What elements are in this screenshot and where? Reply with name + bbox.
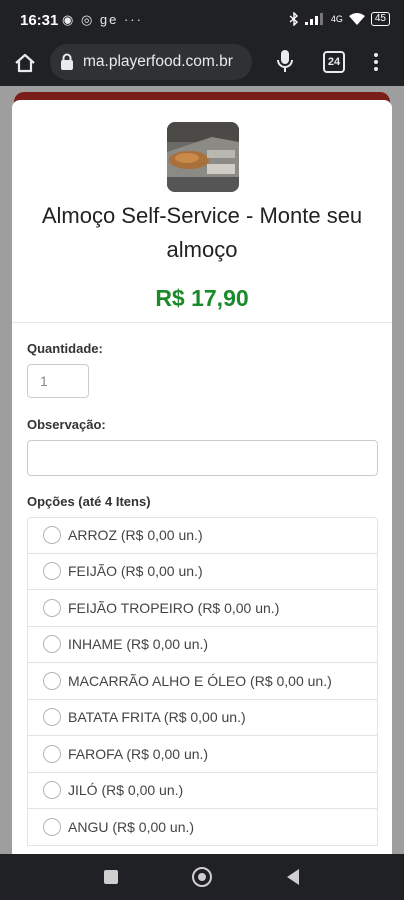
browser-toolbar: ma.playerfood.com.br 24 — [0, 40, 404, 86]
page-backdrop: Almoço Self-Service - Monte seu almoço R… — [0, 86, 404, 854]
option-label: ANGU (R$ 0,00 un.) — [68, 818, 195, 835]
product-title: Almoço Self-Service - Monte seu almoço — [41, 203, 363, 262]
tabs-icon[interactable]: 24 — [323, 51, 345, 73]
battery-icon: 45 — [370, 12, 390, 26]
network-type: 4G — [330, 14, 343, 24]
home-button-icon[interactable] — [192, 867, 212, 887]
radio-button[interactable] — [43, 526, 61, 545]
recents-icon[interactable] — [104, 870, 118, 884]
option-inhame[interactable]: INHAME (R$ 0,00 un.) — [27, 626, 378, 663]
bluetooth-icon — [289, 12, 298, 26]
quantity-label: Quantidade: — [27, 341, 103, 356]
option-farofa[interactable]: FAROFA (R$ 0,00 un.) — [27, 736, 378, 773]
lock-icon[interactable] — [60, 53, 74, 70]
option-batata-frita[interactable]: BATATA FRITA (R$ 0,00 un.) — [27, 699, 378, 736]
option-label: MACARRÃO ALHO E ÓLEO (R$ 0,00 un.) — [68, 672, 332, 689]
option-feijao-tropeiro[interactable]: FEIJÃO TROPEIRO (R$ 0,00 un.) — [27, 590, 378, 627]
option-jilo[interactable]: JILÓ (R$ 0,00 un.) — [27, 772, 378, 809]
status-time: 16:31 — [20, 12, 59, 29]
radio-button[interactable] — [43, 635, 61, 654]
menu-icon[interactable] — [366, 50, 386, 76]
notification-icons: ◉ ◎ ge ··· — [62, 12, 143, 27]
option-label: INHAME (R$ 0,00 un.) — [68, 636, 209, 653]
option-label: BATATA FRITA (R$ 0,00 un.) — [68, 709, 246, 726]
radio-button[interactable] — [43, 817, 61, 836]
quantity-input[interactable]: 1 — [27, 364, 89, 398]
radio-button[interactable] — [43, 708, 61, 727]
radio-button[interactable] — [43, 598, 61, 617]
url-text[interactable]: ma.playerfood.com.br — [83, 53, 233, 71]
option-arroz[interactable]: ARROZ (R$ 0,00 un.) — [27, 517, 378, 554]
signal-icon — [304, 13, 323, 25]
option-label: JILÓ (R$ 0,00 un.) — [68, 782, 184, 799]
product-modal: Almoço Self-Service - Monte seu almoço R… — [12, 100, 392, 854]
option-macarrao[interactable]: MACARRÃO ALHO E ÓLEO (R$ 0,00 un.) — [27, 663, 378, 700]
status-indicators: 4G 45 — [289, 12, 390, 26]
option-label: FEIJÃO (R$ 0,00 un.) — [68, 563, 203, 580]
divider — [12, 322, 392, 323]
home-icon[interactable] — [12, 50, 38, 76]
system-nav-bar — [0, 854, 404, 900]
option-label: FAROFA (R$ 0,00 un.) — [68, 745, 209, 762]
radio-button[interactable] — [43, 781, 61, 800]
radio-button[interactable] — [43, 671, 61, 690]
status-bar: 16:31 ◉ ◎ ge ··· 4G 45 — [0, 0, 404, 40]
wifi-icon — [348, 13, 365, 25]
observation-input[interactable] — [27, 440, 378, 476]
address-bar[interactable]: ma.playerfood.com.br — [50, 44, 252, 80]
options-list: ARROZ (R$ 0,00 un.) FEIJÃO (R$ 0,00 un.)… — [27, 517, 378, 846]
option-label: FEIJÃO TROPEIRO (R$ 0,00 un.) — [68, 599, 280, 616]
options-label: Opções (até 4 Itens) — [27, 494, 151, 509]
mic-icon[interactable] — [276, 49, 294, 73]
radio-button[interactable] — [43, 562, 61, 581]
observation-label: Observação: — [27, 417, 106, 432]
back-icon[interactable] — [287, 869, 299, 885]
product-image — [167, 122, 239, 192]
option-label: ARROZ (R$ 0,00 un.) — [68, 527, 203, 544]
radio-button[interactable] — [43, 744, 61, 763]
product-price: R$ 17,90 — [155, 285, 249, 311]
option-feijao[interactable]: FEIJÃO (R$ 0,00 un.) — [27, 553, 378, 590]
option-angu[interactable]: ANGU (R$ 0,00 un.) — [27, 809, 378, 846]
